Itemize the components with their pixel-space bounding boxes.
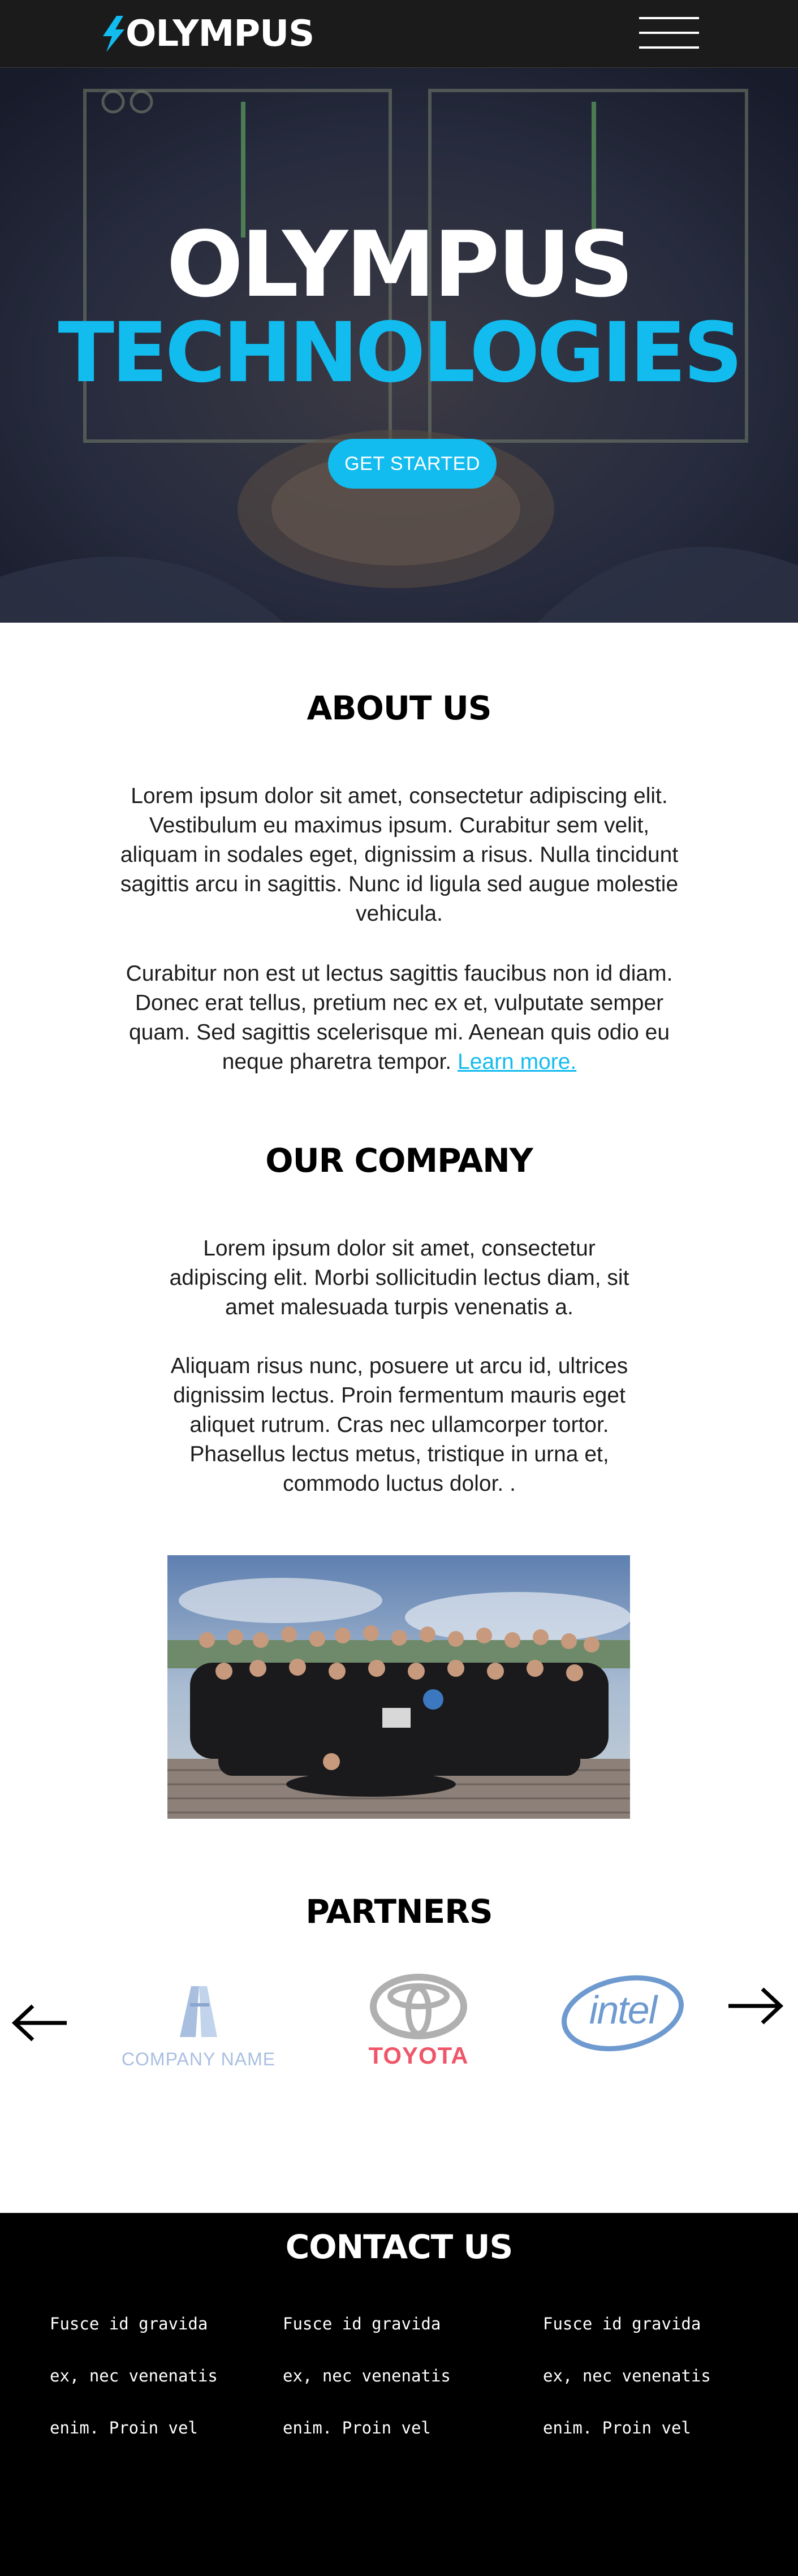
contact-column-3: Fusce id gravida ex, nec venenatis enim.…: [543, 2298, 747, 2454]
about-paragraph-2: Curabitur non est ut lectus sagittis fau…: [117, 959, 682, 1077]
contact-column-1-line-1: Fusce id gravida: [50, 2314, 208, 2333]
hero-title-line-2: TECHNOLOGIES: [58, 305, 743, 401]
contact-column-1-line-2: ex, nec venenatis: [50, 2366, 218, 2385]
top-navbar: OLYMPUS: [0, 0, 798, 68]
contact-column-2-line-1: Fusce id gravida: [283, 2314, 441, 2333]
arrow-right-icon[interactable]: [726, 1986, 785, 2026]
about-paragraph-2-text: Curabitur non est ut lectus sagittis fau…: [126, 961, 673, 1074]
contact-column-2: Fusce id gravida ex, nec venenatis enim.…: [283, 2298, 486, 2454]
partner-company-name[interactable]: COMPANY NAME: [117, 1980, 281, 2077]
learn-more-link[interactable]: Learn more.: [458, 1050, 576, 1074]
company-paragraph-2: Aliquam risus nunc, posuere ut arcu id, …: [170, 1354, 628, 1496]
partner-toyota[interactable]: TOYOTA: [352, 1973, 485, 2074]
company-paragraph-1: Lorem ipsum dolor sit amet, consectetur …: [169, 1236, 629, 1319]
hero-banner: OLYMPUS TECHNOLOGIES GET STARTED: [0, 68, 798, 623]
contact-column-3-line-1: Fusce id gravida: [543, 2314, 701, 2333]
contact-footer: CONTACT US Fusce id gravida ex, nec vene…: [0, 2213, 798, 2576]
hamburger-menu-icon[interactable]: [639, 17, 699, 50]
contact-column-3-line-2: ex, nec venenatis: [543, 2366, 711, 2385]
partner-intel[interactable]: intel: [559, 1973, 687, 2057]
company-name-label: COMPANY NAME: [121, 2049, 276, 2069]
arrow-left-icon[interactable]: [10, 2003, 69, 2043]
contact-column-2-line-3: enim. Proin vel: [283, 2418, 431, 2437]
hero-title-line-1: OLYMPUS: [166, 212, 634, 317]
company-title: OUR COMPANY: [265, 1141, 533, 1180]
about-paragraph-1: Lorem ipsum dolor sit amet, consectetur …: [120, 784, 679, 926]
about-title: ABOUT US: [307, 689, 491, 727]
contact-column-3-line-3: enim. Proin vel: [543, 2418, 691, 2437]
get-started-button[interactable]: GET STARTED: [328, 439, 497, 489]
partners-title: PARTNERS: [305, 1892, 493, 1931]
contact-column-1: Fusce id gravida ex, nec venenatis enim.…: [50, 2298, 253, 2454]
lightning-bolt-icon: [103, 16, 124, 52]
contact-column-2-line-2: ex, nec venenatis: [283, 2366, 451, 2385]
site-logo[interactable]: OLYMPUS: [100, 10, 314, 58]
company-name-logo: [180, 1986, 217, 2037]
toyota-label: TOYOTA: [368, 2042, 469, 2069]
logo-text: OLYMPUS: [126, 13, 314, 55]
contact-column-1-line-3: enim. Proin vel: [50, 2418, 198, 2437]
contact-title: CONTACT US: [285, 2228, 514, 2266]
toyota-logo: [370, 1974, 467, 2039]
team-photo: [167, 1555, 630, 1819]
intel-label: intel: [589, 1988, 657, 2032]
